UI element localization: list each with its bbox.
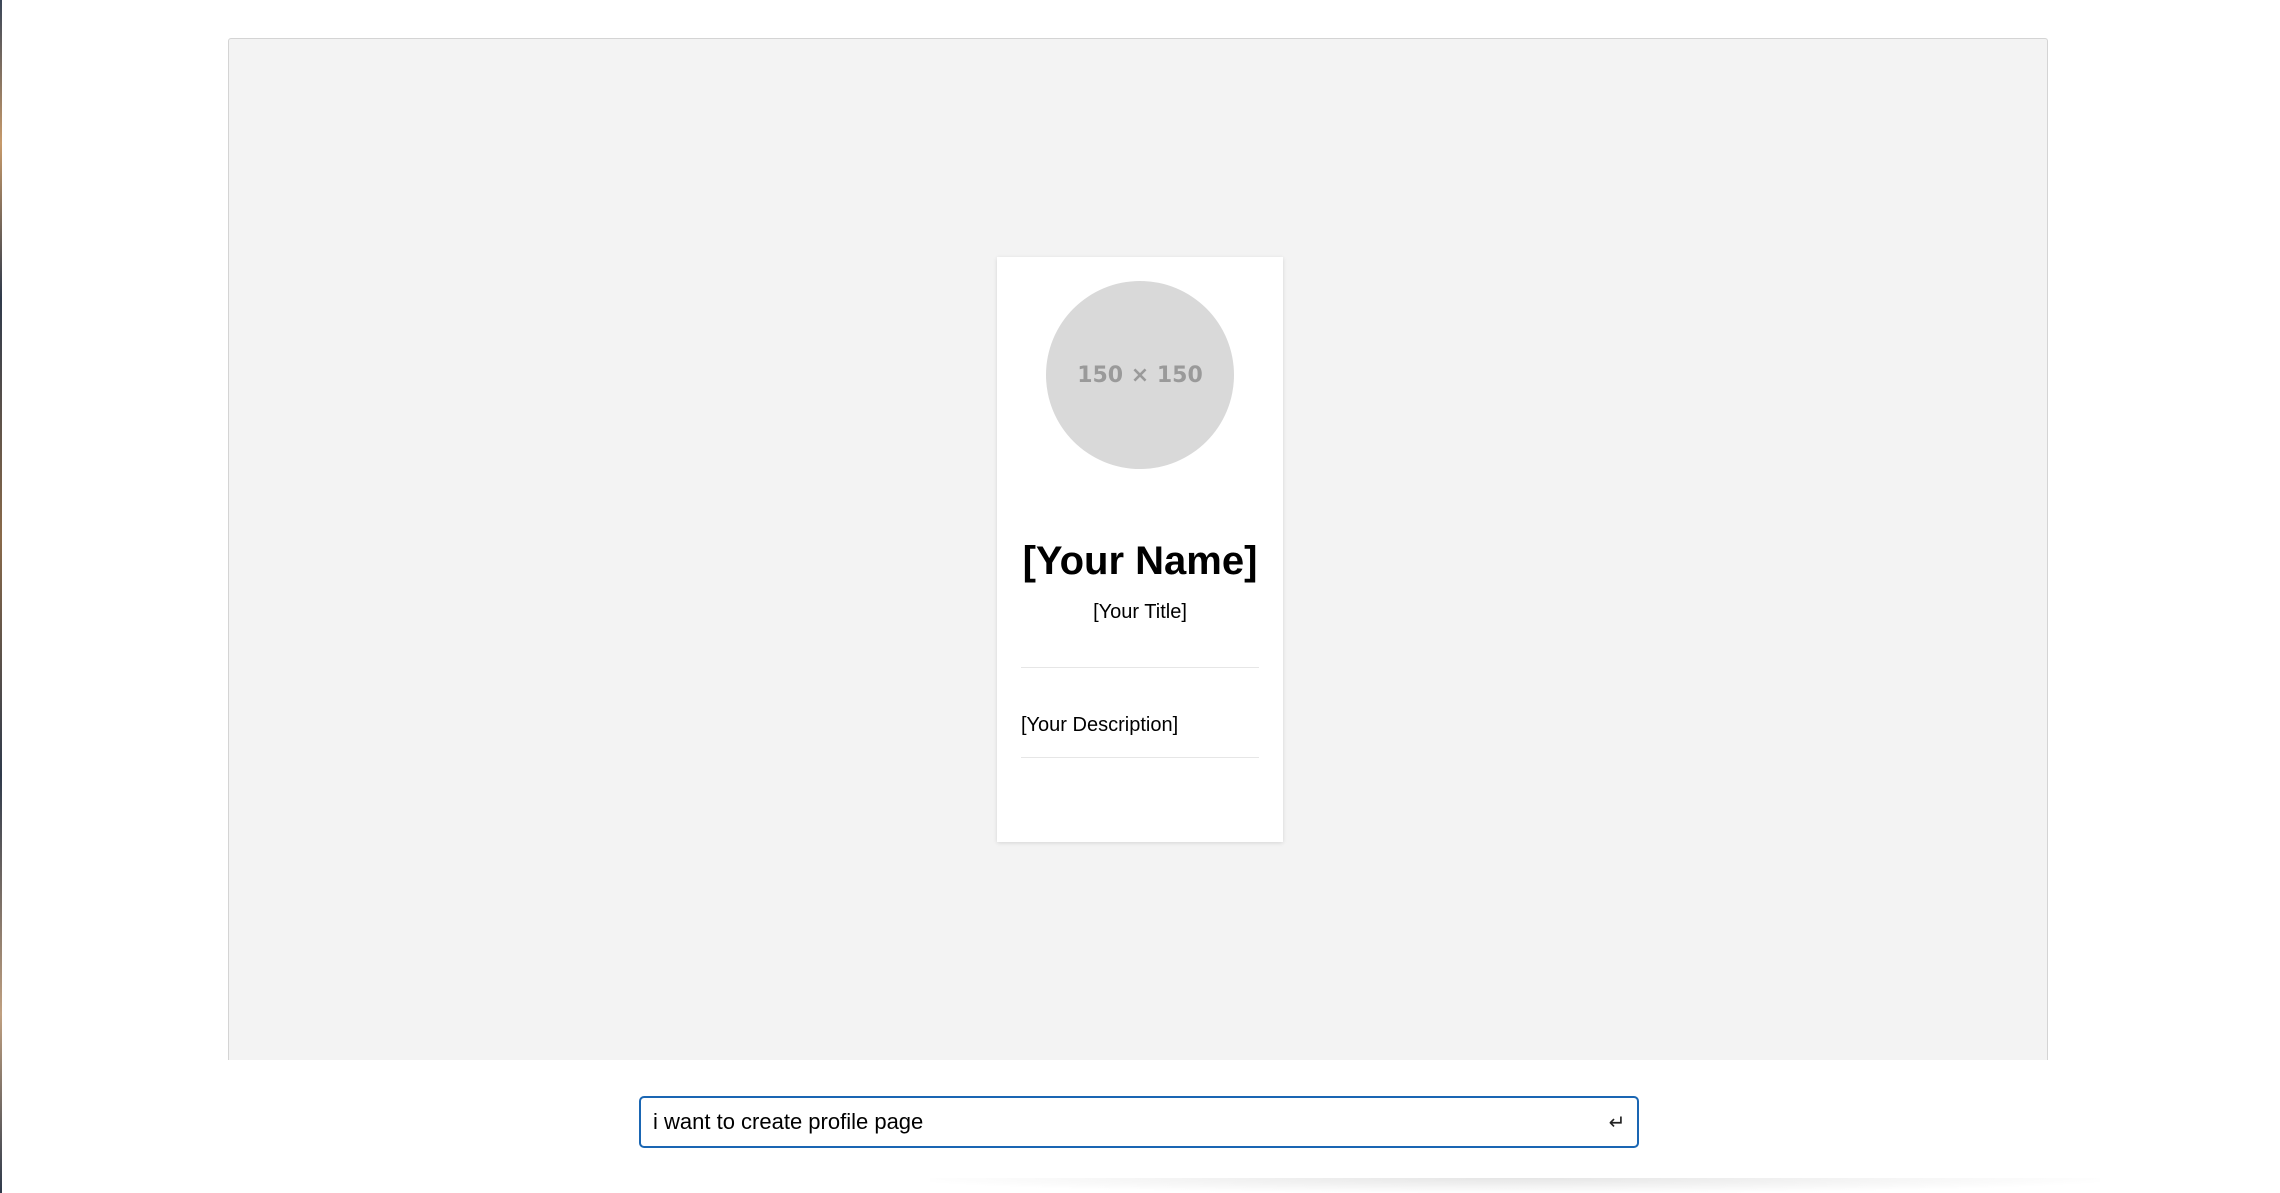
avatar-placeholder: 150 × 150 — [1046, 281, 1234, 469]
window-edge — [0, 0, 2, 1193]
profile-card: 150 × 150 [Your Name] [Your Title] [Your… — [997, 257, 1283, 842]
profile-title: [Your Title] — [1093, 601, 1187, 623]
prompt-input[interactable] — [641, 1098, 1597, 1146]
profile-description: [Your Description] — [1021, 714, 1179, 736]
app-page: 150 × 150 [Your Name] [Your Title] [Your… — [0, 0, 2280, 1193]
avatar-placeholder-label: 150 × 150 — [1077, 362, 1203, 388]
bottom-shadow — [930, 1178, 2100, 1193]
enter-icon[interactable]: ↵ — [1597, 1098, 1637, 1146]
prompt-bar: ↵ — [639, 1096, 1639, 1148]
divider-top — [1021, 667, 1259, 668]
preview-frame: 150 × 150 [Your Name] [Your Title] [Your… — [228, 38, 2048, 1060]
profile-name: [Your Name] — [1022, 539, 1258, 583]
divider-bottom — [1021, 757, 1259, 758]
